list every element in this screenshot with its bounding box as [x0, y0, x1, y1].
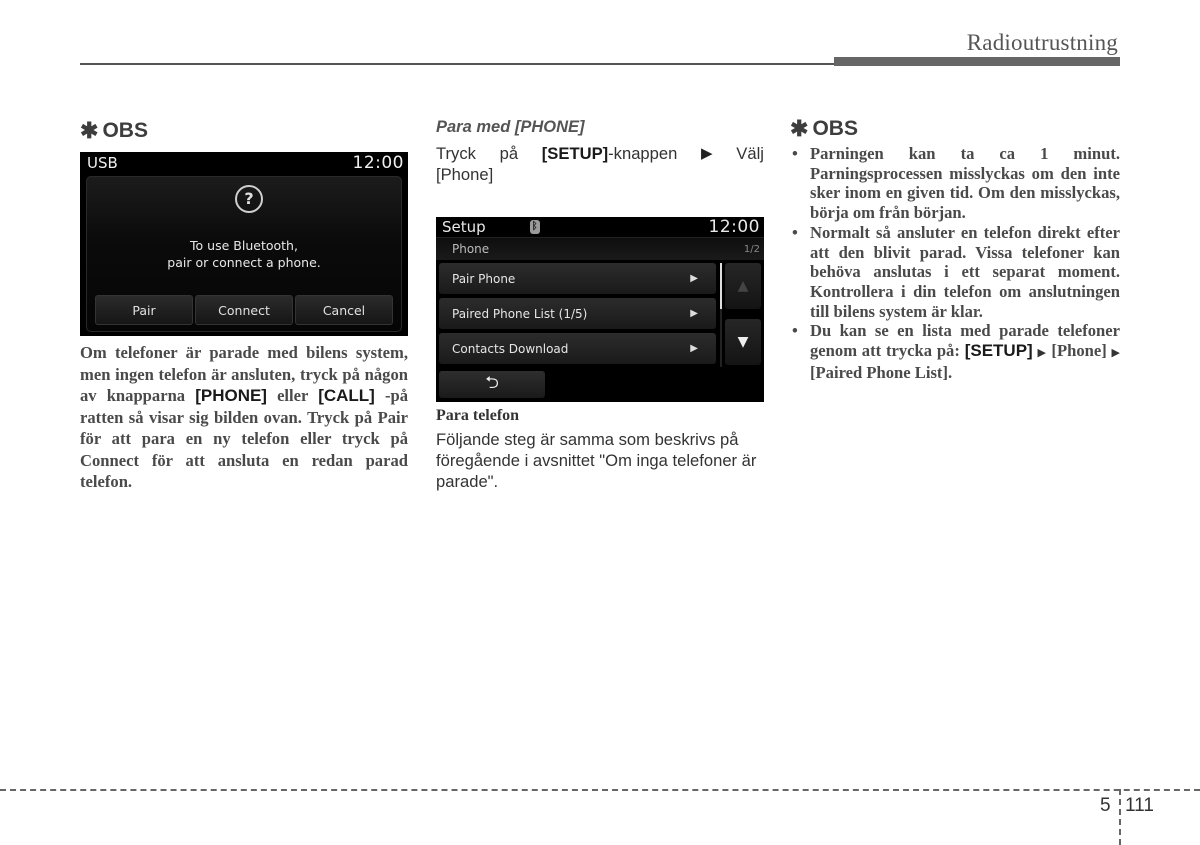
bullet-item: Du kan se en lista med parade telefoner … [790, 321, 1120, 382]
clock: 12:00 [708, 217, 760, 237]
obs-bullet-list: Parningen kan ta ca 1 minut. Parningspro… [790, 144, 1120, 382]
bullet-item: Parningen kan ta ca 1 minut. Parningspro… [790, 144, 1120, 223]
bullet-text: [Paired Phone List]. [810, 362, 953, 382]
call-key-label: [CALL] [318, 386, 375, 405]
asterisk-icon: ✱ [790, 116, 809, 141]
scroll-up-button[interactable]: ▲ [725, 263, 761, 309]
subheading: Para med [PHONE] [436, 118, 585, 136]
footer-divider [1119, 789, 1121, 845]
screen-subtitle-bar: Phone 1/2 [436, 237, 764, 260]
dialog-message: To use Bluetooth, pair or connect a phon… [87, 237, 401, 271]
setup-key-label: [SETUP] [964, 341, 1033, 361]
arrow-right-icon: ▶ [701, 145, 713, 162]
screen-title: Setup [442, 218, 486, 236]
asterisk-icon: ✱ [80, 118, 99, 143]
scrollbar-thumb[interactable] [720, 263, 722, 309]
bullet-item: Normalt så ansluter en telefon direkt ef… [790, 223, 1120, 322]
dialog-message-line-1: To use Bluetooth, [190, 238, 298, 253]
instruction-word: -knappen [608, 144, 678, 163]
bluetooth-icon: ᛒ [529, 220, 540, 234]
column-3: ✱ OBS Parningen kan ta ca 1 minut. Parni… [790, 112, 1120, 382]
arrow-down-icon: ▼ [737, 334, 749, 350]
instruction-word: Tryck [436, 144, 476, 163]
setup-phone-screen: Setup ᛒ 12:00 Phone 1/2 Pair Phone ▶ Pai… [436, 217, 764, 402]
screen-caption: Para telefon [436, 407, 520, 424]
chevron-right-icon: ▶ [690, 308, 698, 319]
column-2: Para med [PHONE] Tryck på [SETUP]-knappe… [436, 112, 764, 492]
bluetooth-dialog: ? To use Bluetooth, pair or connect a ph… [86, 176, 402, 332]
menu-item-contacts-download[interactable]: Contacts Download ▶ [439, 333, 716, 364]
menu-item-label: Pair Phone [452, 271, 516, 286]
header-rule-accent [834, 57, 1120, 66]
setup-key-label: [SETUP] [541, 144, 609, 163]
menu-item-pair-phone[interactable]: Pair Phone ▶ [439, 263, 716, 294]
bluetooth-prompt-screen: USB 12:00 ? To use Bluetooth, pair or co… [80, 152, 408, 336]
clock: 12:00 [352, 153, 404, 173]
chevron-right-icon: ▶ [690, 343, 698, 354]
bullet-text: [Phone] [1046, 341, 1112, 361]
pair-button[interactable]: Pair [95, 295, 193, 325]
instruction-word: Välj [736, 144, 764, 163]
menu-item-label: Contacts Download [452, 341, 569, 356]
phone-key-label: [PHONE] [195, 386, 267, 405]
chapter-number: 5 [1100, 795, 1111, 816]
connect-button[interactable]: Connect [195, 295, 293, 325]
instruction-line-2: [Phone] [436, 165, 494, 184]
instruction-text: Tryck på [SETUP]-knappen ▶ Välj [Phone] [436, 143, 764, 185]
cancel-button[interactable]: Cancel [295, 295, 393, 325]
page-number: 111 [1125, 795, 1154, 816]
menu-item-paired-phone-list[interactable]: Paired Phone List (1/5) ▶ [439, 298, 716, 329]
arrow-right-icon: ▶ [1111, 346, 1120, 360]
arrow-up-icon: ▲ [737, 278, 749, 294]
instruction-word: på [499, 144, 519, 163]
footer-rule [0, 789, 1200, 791]
question-icon: ? [235, 185, 263, 213]
screen-status-bar: USB 12:00 [80, 152, 408, 174]
scroll-down-button[interactable]: ▼ [725, 319, 761, 365]
dialog-message-line-2: pair or connect a phone. [167, 255, 321, 270]
menu-item-label: Paired Phone List (1/5) [452, 306, 588, 321]
section-title: Radioutrustning [966, 30, 1118, 55]
source-label: USB [87, 154, 118, 172]
obs-heading: ✱ OBS [80, 118, 408, 144]
obs-heading-label: OBS [102, 119, 148, 142]
page-indicator: 1/2 [743, 243, 760, 255]
column-1: ✱ OBS USB 12:00 ? To use Bluetooth, pair… [80, 112, 408, 493]
header-rule [80, 63, 840, 65]
obs-body-text: Om telefoner är parade med bilens system… [80, 342, 408, 493]
chevron-right-icon: ▶ [690, 273, 698, 284]
arrow-right-icon: ▶ [1037, 346, 1047, 360]
obs-heading: ✱ OBS [790, 116, 1120, 142]
back-arrow-icon: ⮌ [485, 373, 499, 393]
dialog-buttons: Pair Connect Cancel [95, 295, 393, 325]
screen-status-bar: Setup ᛒ 12:00 [436, 217, 764, 237]
obs-heading-label: OBS [812, 117, 858, 140]
paragraph: Följande steg är samma som beskrivs på f… [436, 430, 757, 491]
back-button[interactable]: ⮌ [439, 371, 545, 398]
body-text-part: eller [266, 386, 319, 405]
screen-subtitle: Phone [452, 242, 490, 256]
